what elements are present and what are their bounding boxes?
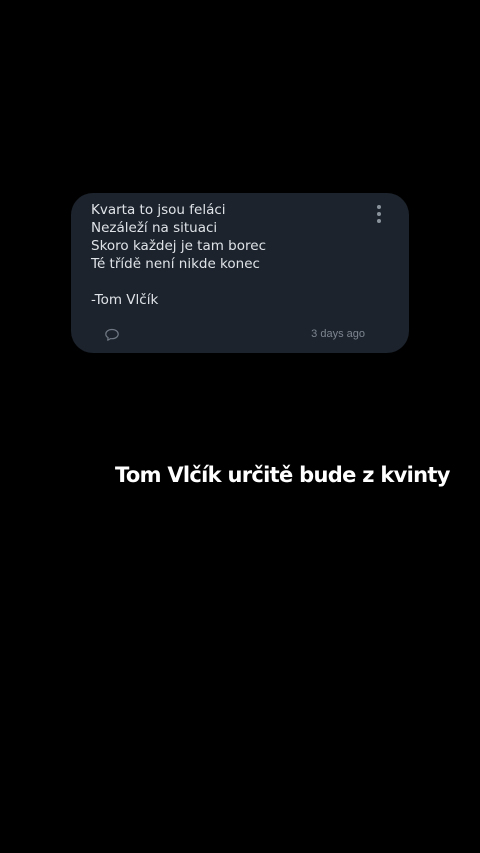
- note-text: Kvarta to jsou feláci Nezáleží na situac…: [91, 202, 266, 308]
- note-timestamp: 3 days ago: [311, 328, 365, 340]
- screen: { "note": { "text": "Kvarta to jsou felá…: [0, 0, 480, 853]
- more-vertical-icon: [377, 205, 381, 223]
- overlay-caption: Tom Vlčík určitě bude z kvinty: [108, 457, 456, 493]
- comment-icon[interactable]: [104, 327, 120, 343]
- more-options-button[interactable]: [367, 203, 391, 225]
- note-card[interactable]: Kvarta to jsou feláci Nezáleží na situac…: [71, 193, 409, 353]
